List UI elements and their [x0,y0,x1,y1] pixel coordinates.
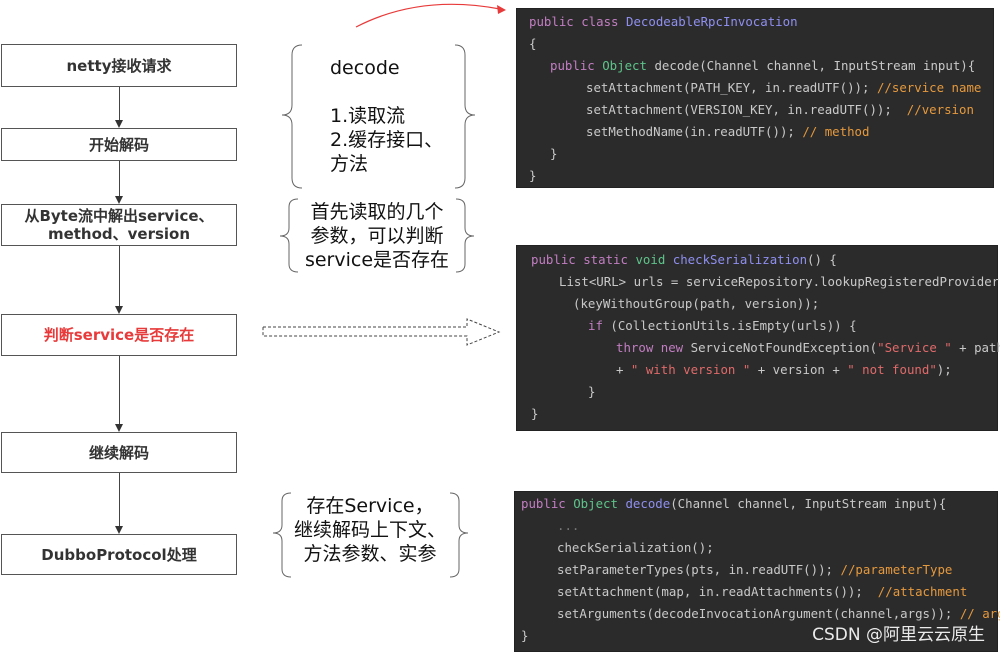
code-token: //parameterType [840,562,953,577]
code-token: " not found" [847,362,937,377]
code-line: throw new ServiceNotFoundException("Serv… [616,340,1000,355]
watermark: CSDN @阿里云云原生 [812,625,985,645]
code-line: checkSerialization(); [557,540,714,555]
code-line: if (CollectionUtils.isEmpty(urls)) { [588,318,857,333]
code-token: setArguments(decodeInvocationArgument(ch… [557,606,960,621]
code-token: } [529,168,537,183]
code-token: public class [529,14,626,29]
code-line: setArguments(decodeInvocationArgument(ch… [557,606,1000,621]
code-token: (keyWithoutGroup(path, version)); [573,296,820,311]
code-token: decode(Channel channel, InputStream inpu… [646,58,976,73]
note-decode-line3: 方法 [330,153,369,175]
code-token: if [588,318,611,333]
note-line1: 存在Service， [306,495,434,517]
code-line: setAttachment(VERSION_KEY, in.readUTF())… [586,102,974,117]
note-decode-line2: 2.缓存接口、 [330,129,444,151]
code-token: } [531,406,539,421]
code-token: decode [625,496,671,511]
note-line1: 首先读取的几个 [310,201,444,223]
code-token: setAttachment(map, in.readAttachments())… [557,584,878,599]
code-token: void [635,252,673,267]
code-token: Object [573,496,626,511]
code-line: public class DecodeableRpcInvocation [529,14,798,29]
code-token: } [521,628,529,643]
note-decode: decode 1.读取流 2.缓存接口、 方法 [330,56,443,176]
code-token: setAttachment(PATH_KEY, in.readUTF()); [586,80,877,95]
code-token: List<URL> urls = serviceRepository.looku… [559,274,1000,289]
note-first-read: 首先读取的几个 参数，可以判断 service是否存在 [302,200,452,272]
code-token: () { [807,252,837,267]
code-line: setAttachment(PATH_KEY, in.readUTF()); /… [586,80,981,95]
code-line: } [550,146,557,161]
code-line: setParameterTypes(pts, in.readUTF()); //… [557,562,952,577]
code-block-decode-continue: public Object decode(Channel channel, In… [514,491,1000,652]
red-curve-arrow-icon [355,3,501,28]
code-token: checkSerialization [672,252,808,267]
code-token: " with version " [630,362,751,377]
note-line3: 方法参数、实参 [303,543,437,565]
code-token: ); [936,362,952,377]
code-token: // method [802,124,870,139]
code-line: } [521,628,528,643]
code-line: setMethodName(in.readUTF()); // method [586,124,869,139]
code-block-check-serialization: public static void checkSerialization() … [516,245,1000,431]
code-line: public Object decode(Channel channel, In… [521,496,946,511]
code-line: + " with version " + version + " not fou… [616,362,952,377]
code-line: } [531,406,538,421]
code-line: } [529,168,536,183]
code-token: setAttachment(VERSION_KEY, in.readUTF())… [586,102,907,117]
note-decode-line1: 1.读取流 [330,105,406,127]
code-token: setMethodName(in.readUTF()); [586,124,803,139]
code-block-decodeable-rpc-invocation: public class DecodeableRpcInvocation { p… [516,8,994,188]
red-arrowhead-icon [497,5,506,14]
brace-right-icon [454,44,476,189]
code-line: setAttachment(map, in.readAttachments())… [557,584,967,599]
code-token: ... [557,518,580,533]
code-token: // args [959,606,1000,621]
code-token: setParameterTypes(pts, in.readUTF()); [557,562,841,577]
code-token: (Channel channel, InputStream input){ [670,496,947,511]
brace-right-icon [449,492,469,578]
code-line: ... [557,518,579,533]
code-token: //version [906,102,974,117]
code-token: DecodeableRpcInvocation [625,14,798,29]
dashed-arrow-right-icon [262,318,501,346]
code-line: public static void checkSerialization() … [531,252,837,267]
brace-left-icon [279,198,299,273]
note-line2: 继续解码上下文、 [293,519,446,541]
code-token: (CollectionUtils.isEmpty(urls)) { [610,318,857,333]
code-line: } [588,384,595,399]
code-token: } [550,146,558,161]
note-line2: 参数，可以判断 [310,225,444,247]
note-decode-title: decode [330,57,400,79]
code-token: //attachment [877,584,968,599]
code-token: } [588,384,596,399]
brace-right-icon [455,198,475,273]
brace-left-icon [272,492,292,578]
code-token: + [616,362,631,377]
code-token: public [550,58,603,73]
code-token: checkSerialization(); [557,540,714,555]
code-token: throw new [616,340,691,355]
code-token: + path [951,340,1000,355]
note-line3: service是否存在 [304,249,450,271]
code-token: "Service " [877,340,952,355]
brace-left-icon [281,44,303,189]
code-line: (keyWithoutGroup(path, version)); [573,296,819,311]
code-token: Object [602,58,647,73]
code-line: public Object decode(Channel channel, In… [550,58,975,73]
code-token: //service name [876,80,982,95]
code-token: public [521,496,574,511]
code-token: { [529,36,537,51]
code-line: { [529,36,536,51]
code-token: public static [531,252,636,267]
code-line: List<URL> urls = serviceRepository.looku… [559,274,999,289]
code-token: + version + [750,362,848,377]
note-continue: 存在Service， 继续解码上下文、 方法参数、实参 [290,494,450,566]
code-token: ServiceNotFoundException( [690,340,878,355]
